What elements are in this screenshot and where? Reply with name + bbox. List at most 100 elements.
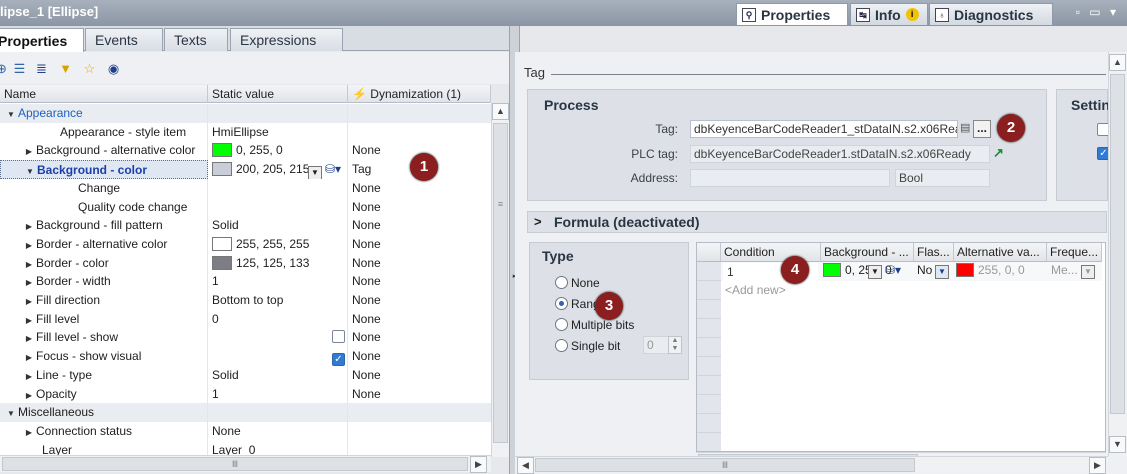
property-row[interactable]: ▶ Border - color 125, 125, 133 None — [0, 253, 491, 273]
scroll-right-icon[interactable]: ▶ — [470, 456, 487, 473]
tab-expressions[interactable]: Expressions — [230, 28, 343, 51]
expand-right-icon[interactable]: ▶ — [22, 255, 36, 273]
dynamization-cell[interactable] — [348, 104, 491, 123]
property-row[interactable]: ▶ Connection status None — [0, 421, 491, 441]
dynamization-cell[interactable]: None — [348, 235, 491, 254]
chevron-right-icon[interactable]: > — [534, 214, 542, 229]
property-name-cell[interactable]: ▶ Border - width — [0, 272, 208, 292]
static-value-cell[interactable] — [208, 403, 348, 423]
color-swatch[interactable] — [212, 255, 232, 270]
dynamization-cell[interactable]: None — [348, 385, 491, 404]
filter-icon[interactable]: ▼ — [58, 61, 73, 76]
show-all-icon[interactable]: ⊕ — [0, 61, 9, 76]
tab-info[interactable]: ↹ Info i — [850, 3, 928, 25]
expand-right-icon[interactable]: ▶ — [22, 236, 36, 254]
property-row[interactable]: Appearance - style item HmiEllipse — [0, 122, 491, 142]
dynamization-cell[interactable] — [348, 422, 491, 441]
expand-right-icon[interactable]: ▶ — [22, 348, 36, 366]
view-icon[interactable]: ◉ — [106, 61, 121, 76]
column-static-value[interactable]: Static value — [208, 85, 348, 103]
property-name-cell[interactable]: ▶ Focus - show visual — [0, 347, 208, 367]
dynamization-cell[interactable]: None — [348, 328, 491, 347]
static-value-cell[interactable] — [208, 328, 348, 348]
category-row[interactable]: ▼ Miscellaneous — [0, 403, 491, 423]
property-name-cell[interactable]: ▶ Fill level - show — [0, 328, 208, 348]
property-name-cell[interactable]: ▼ Appearance — [0, 104, 208, 123]
paint-bucket-icon[interactable]: ⛁▾ — [325, 162, 341, 176]
color-dropdown-icon[interactable]: ▼ — [308, 166, 322, 180]
expand-down-icon[interactable]: ▼ — [4, 404, 18, 422]
dynamization-cell[interactable]: None — [348, 347, 491, 366]
static-value-cell[interactable]: None — [208, 421, 348, 441]
static-value-cell[interactable]: 200, 205, 215 ▼ ⛁▾ — [208, 160, 348, 180]
column-flashing[interactable]: Flas... — [914, 243, 954, 262]
condition-frequency-value[interactable]: Me... — [1051, 263, 1078, 277]
condition-flashing-value[interactable]: No — [917, 263, 932, 277]
dynamization-cell[interactable]: None — [348, 216, 491, 235]
dynamization-cell[interactable]: None — [348, 198, 491, 217]
expand-right-icon[interactable]: ▶ — [22, 386, 36, 404]
frequency-dropdown-icon[interactable]: ▼ — [1081, 265, 1095, 279]
window-controls[interactable]: ▫ ▭ ▾ — [1076, 5, 1119, 19]
tab-left-properties[interactable]: Properties — [0, 28, 84, 52]
tag-browse-button[interactable]: ... — [973, 120, 991, 138]
color-swatch[interactable] — [212, 143, 232, 158]
column-frequency[interactable]: Freque... — [1047, 243, 1102, 262]
property-name-cell[interactable]: ▶ Line - type — [0, 365, 208, 385]
property-name-cell[interactable]: ▼ Background - color — [0, 160, 208, 180]
goto-arrow-icon[interactable]: ↗ — [993, 145, 1004, 161]
property-row[interactable]: ▶ Fill direction Bottom to top None — [0, 291, 491, 310]
static-value-cell[interactable] — [208, 197, 348, 217]
tab-diagnostics[interactable]: ♁ Diagnostics — [929, 3, 1053, 25]
property-row[interactable]: Quality code change None — [0, 197, 491, 217]
tab-properties[interactable]: ⚲ Properties — [736, 3, 848, 25]
static-value-cell[interactable]: 0 — [208, 309, 348, 329]
column-dynamization[interactable]: ⚡ Dynamization (1) — [348, 85, 491, 103]
property-name-cell[interactable]: Change — [0, 178, 208, 198]
expand-right-icon[interactable]: ▶ — [22, 329, 36, 347]
property-name-cell[interactable]: ▶ Connection status — [0, 421, 208, 441]
static-value-cell[interactable]: 125, 125, 133 — [208, 253, 348, 273]
add-new-row[interactable]: <Add new> — [725, 283, 786, 297]
dynamization-cell[interactable]: None — [348, 366, 491, 385]
property-row[interactable]: ▶ Line - type Solid None — [0, 365, 491, 385]
color-swatch[interactable] — [212, 162, 232, 177]
property-name-cell[interactable]: ▶ Background - fill pattern — [0, 216, 208, 236]
static-value-cell[interactable]: 1 — [208, 272, 348, 292]
panel-horizontal-scrollbar[interactable]: ◀ Ⅲ ▶ — [515, 456, 1108, 474]
property-row[interactable]: ▶ Opacity 1 None — [0, 384, 491, 404]
tab-texts[interactable]: Texts — [164, 28, 228, 51]
dynamization-cell[interactable] — [348, 403, 491, 423]
static-value-cell[interactable]: Solid — [208, 216, 348, 236]
dynamization-cell[interactable]: None — [348, 291, 491, 310]
static-value-cell[interactable]: ✓ — [208, 347, 348, 367]
static-value-cell[interactable]: Bottom to top — [208, 291, 348, 310]
static-value-cell[interactable]: 0, 255, 0 — [208, 141, 348, 161]
panel-scroll-left-icon[interactable]: ◀ — [517, 457, 534, 474]
property-checkbox[interactable]: ✓ — [332, 353, 345, 367]
tag-list-icon[interactable]: ▤ — [960, 121, 970, 137]
property-name-cell[interactable]: ▶ Border - alternative color — [0, 234, 208, 254]
property-row[interactable]: ▶ Border - width 1 None — [0, 272, 491, 292]
dynamization-cell[interactable]: None — [348, 179, 491, 198]
property-row[interactable]: ▶ Border - alternative color 255, 255, 255… — [0, 234, 491, 254]
column-background[interactable]: Background - ... — [821, 243, 914, 262]
expand-right-icon[interactable]: ▶ — [22, 311, 36, 329]
static-value-cell[interactable]: HmiEllipse — [208, 122, 348, 142]
property-row[interactable]: ▶ Focus - show visual ✓ None — [0, 347, 491, 367]
condition-alternative-cell[interactable]: 255, 0, 0 — [956, 263, 1046, 277]
single-bit-input[interactable]: 0 — [643, 336, 669, 354]
static-value-cell[interactable]: 1 — [208, 384, 348, 404]
property-checkbox[interactable] — [332, 330, 345, 344]
property-name-cell[interactable]: ▶ Fill level — [0, 309, 208, 329]
dynamization-cell[interactable]: None — [348, 254, 491, 273]
expand-down-icon[interactable]: ▼ — [23, 162, 37, 178]
list-icon[interactable]: ≣ — [34, 61, 49, 76]
color-swatch[interactable] — [212, 236, 232, 251]
expand-right-icon[interactable]: ▶ — [22, 217, 36, 235]
categories-icon[interactable]: ☰ — [12, 61, 27, 76]
formula-header[interactable]: > Formula (deactivated) — [527, 211, 1107, 233]
scroll-thumb[interactable]: ≡ — [493, 123, 508, 443]
expand-right-icon[interactable]: ▶ — [22, 423, 36, 441]
panel-scroll-up-icon[interactable]: ▲ — [1109, 54, 1126, 71]
